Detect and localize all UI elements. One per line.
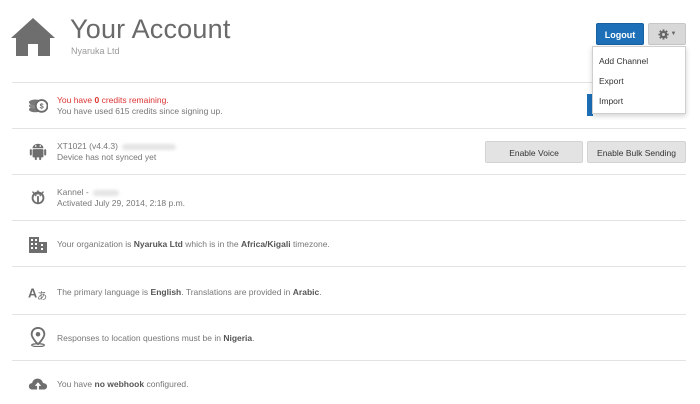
org-subtitle: Nyaruka Ltd [71, 46, 120, 56]
enable-bulk-sending-button[interactable]: Enable Bulk Sending [587, 141, 686, 163]
organization-row: Your organization is Nyaruka Ltd which i… [12, 220, 686, 267]
redacted-number [92, 189, 119, 196]
android-icon [29, 143, 47, 161]
credits-remaining: You have 0 credits remaining. [57, 95, 169, 105]
building-icon [29, 237, 47, 253]
redacted-number [121, 143, 176, 150]
webhook-text: You have no webhook configured. [57, 379, 189, 389]
android-channel-row: XT1021 (v4.4.3) Device has not synced ye… [12, 128, 686, 175]
menu-item-import[interactable]: Import [593, 91, 685, 111]
location-row: Responses to location questions must be … [12, 314, 686, 361]
svg-text:$: $ [40, 102, 44, 111]
kannel-channel-row: Kannel - Activated July 29, 2014, 2:18 p… [12, 174, 686, 221]
map-pin-icon [30, 327, 46, 347]
android-channel-name: XT1021 (v4.4.3) [57, 141, 176, 152]
coins-icon: $ [28, 99, 48, 113]
svg-text:あ: あ [37, 290, 47, 302]
gear-icon [657, 28, 669, 40]
credits-used: You have used 615 credits since signing … [57, 106, 223, 116]
menu-item-add-channel[interactable]: Add Channel [593, 51, 685, 71]
chevron-down-icon: ▼ [670, 31, 677, 37]
menu-item-export[interactable]: Export [593, 71, 685, 91]
language-text: The primary language is English. Transla… [57, 287, 322, 297]
cloud-upload-icon [28, 378, 48, 391]
translate-icon: A あ [28, 285, 47, 302]
kannel-channel-name: Kannel - [57, 187, 185, 198]
home-icon[interactable] [10, 16, 56, 58]
kannel-activated: Activated July 29, 2014, 2:18 p.m. [57, 198, 186, 208]
credits-row: $ You have 0 credits remaining. You have… [12, 82, 686, 129]
location-text: Responses to location questions must be … [57, 333, 255, 343]
enable-voice-button[interactable]: Enable Voice [485, 141, 583, 163]
webhook-row: You have no webhook configured. [12, 360, 686, 404]
settings-dropdown-button[interactable]: ▼ [648, 23, 686, 45]
kannel-icon [31, 189, 45, 205]
android-channel-status: Device has not synced yet [57, 152, 157, 162]
organization-text: Your organization is Nyaruka Ltd which i… [57, 239, 330, 249]
svg-text:A: A [28, 285, 37, 300]
settings-dropdown-menu: Add Channel Export Import [592, 46, 686, 114]
logout-button[interactable]: Logout [596, 23, 644, 45]
language-row: A あ The primary language is English. Tra… [12, 266, 686, 315]
page-title: Your Account [70, 14, 231, 44]
